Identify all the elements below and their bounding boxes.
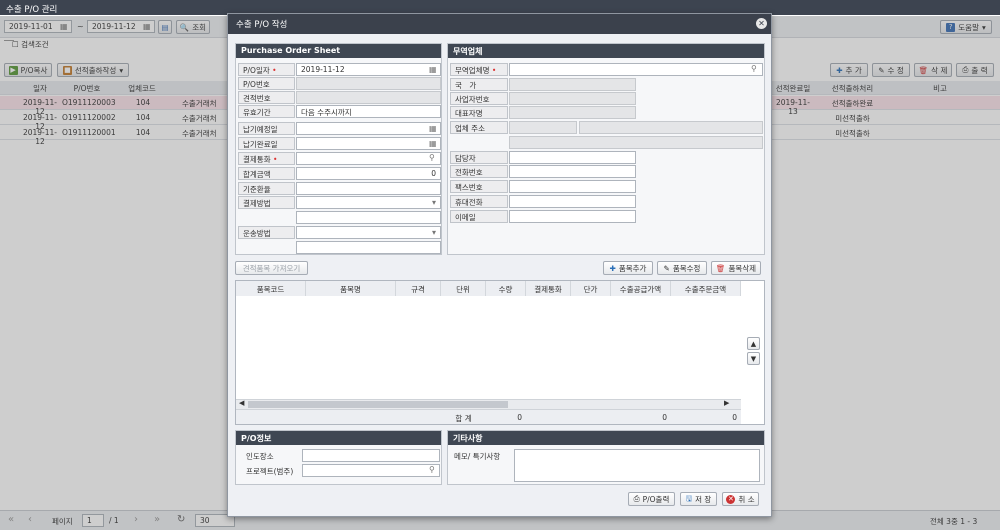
shipping-method-select[interactable] — [296, 226, 441, 239]
fax-input[interactable] — [509, 180, 636, 193]
arrow-down-icon: ▼ — [750, 354, 757, 363]
total-amount-field[interactable]: 0 — [296, 167, 441, 180]
business-number-field — [509, 92, 636, 105]
edit-item-button[interactable]: ✎ 품목수정 — [657, 261, 707, 275]
email-input[interactable] — [509, 210, 636, 223]
memo-textarea[interactable] — [514, 449, 760, 482]
search-icon[interactable]: ⚲ — [751, 64, 757, 73]
exchange-rate-input[interactable] — [296, 182, 441, 195]
arrow-up-icon: ▲ — [750, 339, 757, 348]
save-button[interactable]: 🖫 저 장 — [680, 492, 717, 506]
delivery-place-input[interactable] — [302, 449, 440, 462]
calendar-icon[interactable]: ▦ — [429, 139, 437, 148]
payment-method-select[interactable] — [296, 196, 441, 209]
po-info-panel: P/O정보 인도장소 프로젝트(범주) ⚲ — [235, 430, 442, 485]
scroll-thumb[interactable] — [248, 401, 508, 408]
printer-icon: ⎙ — [633, 494, 640, 503]
cancel-button[interactable]: ✕ 취 소 — [722, 492, 759, 506]
move-down-button[interactable]: ▼ — [747, 352, 760, 365]
country-field — [509, 78, 636, 91]
search-icon[interactable]: ⚲ — [429, 153, 435, 162]
calendar-icon[interactable]: ▦ — [429, 65, 437, 74]
mobile-input[interactable] — [509, 195, 636, 208]
validity-input[interactable]: 다음 수주시까지 — [296, 105, 441, 118]
import-quote-items-button[interactable]: 견적품목 가져오기 — [235, 261, 308, 275]
po-create-dialog: 수출 P/O 작성 ✕ Purchase Order Sheet P/O일자 •… — [227, 13, 772, 517]
calendar-icon[interactable]: ▦ — [429, 124, 437, 133]
quote-number-field — [296, 91, 441, 104]
shipping-method-detail[interactable] — [296, 241, 441, 254]
sum-row: 합 계 0 0 0 — [236, 409, 741, 424]
address-detail-field — [509, 136, 763, 149]
pencil-icon: ✎ — [663, 263, 670, 273]
payment-method-detail[interactable] — [296, 211, 441, 224]
phone-input[interactable] — [509, 165, 636, 178]
dialog-title: 수출 P/O 작성 — [228, 14, 771, 34]
save-icon: 🖫 — [685, 493, 693, 503]
etc-panel: 기타사항 메모/ 특기사항 — [447, 430, 765, 485]
vendor-panel: 무역업체 무역업체명 • ⚲ 국 가 사업자번호 대표자명 업체 주소 담당자 … — [447, 43, 765, 255]
item-grid: 품목코드 품목명 규격 단위 수량 결제통화 단가 수출공급가액 수출주문금액 … — [235, 280, 765, 425]
search-icon[interactable]: ⚲ — [429, 465, 435, 474]
po-print-button[interactable]: ⎙ P/O출력 — [628, 492, 675, 506]
project-input[interactable] — [302, 464, 440, 477]
horizontal-scrollbar[interactable]: ◀ ▶ — [236, 399, 741, 409]
completion-date-input[interactable] — [296, 137, 441, 150]
ceo-name-field — [509, 106, 636, 119]
zip-field — [509, 121, 577, 134]
trash-icon: 🗑 — [715, 263, 726, 273]
chevron-down-icon: ▾ — [432, 228, 437, 237]
contact-input[interactable] — [509, 151, 636, 164]
vendor-name-input[interactable] — [509, 63, 763, 76]
po-date-input[interactable]: 2019-11-12 — [296, 63, 441, 76]
chevron-down-icon: ▾ — [432, 198, 437, 207]
plus-icon: ✚ — [609, 263, 616, 273]
po-number-field — [296, 77, 441, 90]
scroll-right-icon[interactable]: ▶ — [724, 399, 729, 407]
scroll-left-icon[interactable]: ◀ — [239, 399, 244, 407]
cancel-icon: ✕ — [726, 494, 736, 504]
add-item-button[interactable]: ✚ 품목추가 — [603, 261, 653, 275]
close-icon[interactable]: ✕ — [756, 18, 767, 29]
delete-item-button[interactable]: 🗑 품목삭제 — [711, 261, 761, 275]
move-up-button[interactable]: ▲ — [747, 337, 760, 350]
po-sheet-panel: Purchase Order Sheet P/O일자 • 2019-11-12 … — [235, 43, 442, 255]
due-date-input[interactable] — [296, 122, 441, 135]
currency-input[interactable] — [296, 152, 441, 165]
address-field — [579, 121, 763, 134]
